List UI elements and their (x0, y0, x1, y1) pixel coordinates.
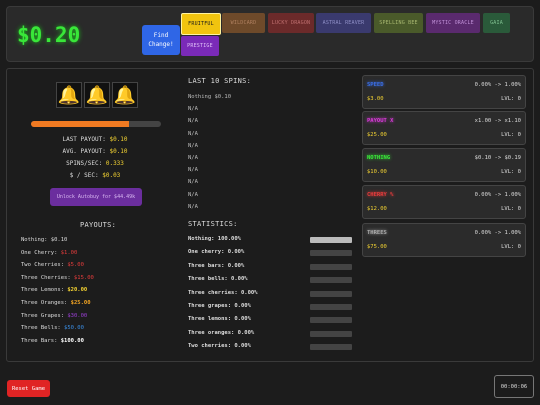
statistic-bar (310, 250, 352, 257)
statistic-item: Three lemons: 0.00% (188, 316, 251, 323)
tab-gaia[interactable]: GAIA (483, 13, 510, 33)
statistic-item: Three grapes: 0.00% (188, 303, 251, 309)
spin-history-item: N/A (188, 106, 198, 113)
tab-lucky-dragon[interactable]: LUCKY DRAGON (268, 13, 314, 33)
spin-progress-fill (31, 121, 129, 127)
payout-item: Nothing: $0.10 (21, 237, 68, 243)
payout-item: Three Lemons: $20.00 (21, 287, 88, 294)
upgrade-card-cherry[interactable]: CHERRY % 0.00% -> 1.00% $12.00 LVL: 0 (362, 185, 526, 219)
spin-history-item: N/A (188, 155, 198, 161)
upgrade-level: LVL: 0 (501, 96, 521, 102)
spins-title: LAST 10 SPINS: (188, 77, 252, 85)
bell-icon: 🔔 (85, 84, 109, 106)
spin-history-item: N/A (188, 142, 198, 149)
statistic-item: Three bells: 0.00% (188, 276, 248, 283)
money-per-sec: $ / SEC: $0.03 (69, 172, 121, 179)
upgrade-cost: $3.00 (367, 96, 384, 102)
upgrade-mult: 0.00% -> 1.00% (474, 230, 521, 236)
upgrade-level: LVL: 0 (501, 169, 521, 175)
upgrade-card-threes[interactable]: THREES 0.00% -> 1.00% $75.00 LVL: 0 (362, 223, 526, 257)
upgrade-name: NOTHING (367, 155, 391, 161)
payout-item: Three Bars: $100.00 (21, 337, 84, 344)
payout-item: Two Cherries: $5.00 (21, 262, 84, 269)
tab-astral-reaver[interactable]: ASTRAL REAVER (316, 13, 371, 33)
slot-reels: 🔔 🔔 🔔 (56, 82, 138, 108)
spins-per-sec: SPINS/SEC: 0.333 (66, 160, 124, 167)
statistic-item: Three oranges: 0.00% (188, 329, 255, 336)
upgrade-name: CHERRY % (367, 192, 394, 198)
bell-icon: 🔔 (57, 84, 81, 106)
upgrade-mult: 0.00% -> 1.00% (474, 192, 521, 198)
upgrade-cost: $10.00 (367, 169, 387, 175)
upgrade-mult: x1.00 -> x1.10 (474, 118, 521, 124)
statistic-bar (310, 263, 352, 270)
upgrade-level: LVL: 0 (501, 132, 521, 138)
statistic-bar (310, 330, 352, 337)
statistics-title: STATISTICS: (188, 220, 238, 228)
statistic-item: One cherry: 0.00% (188, 249, 245, 256)
upgrade-card-nothing[interactable]: NOTHING $0.10 -> $0.19 $10.00 LVL: 0 (362, 148, 526, 182)
bell-icon: 🔔 (113, 84, 137, 106)
upgrade-name: PAYOUT X (367, 118, 394, 124)
spin-history-item: N/A (188, 118, 198, 125)
find-change-button[interactable]: Find Change! (142, 25, 180, 55)
spin-progress-bar (31, 121, 161, 127)
reset-game-button[interactable]: Reset Game (7, 380, 50, 397)
tab-prestige[interactable]: PRESTIGE (181, 36, 219, 56)
upgrade-card-speed[interactable]: SPEED 0.00% -> 1.00% $3.00 LVL: 0 (362, 75, 526, 109)
payout-item: Three Grapes: $30.00 (21, 312, 88, 319)
unlock-autobuy-button[interactable]: Unlock Autobuy for $44.49k (50, 188, 142, 206)
upgrade-cost: $75.00 (367, 244, 387, 250)
reel-3: 🔔 (112, 82, 138, 108)
statistic-bar (310, 237, 352, 243)
statistic-item: Nothing: 100.00% (188, 236, 241, 242)
statistic-item: Three cherries: 0.00% (188, 289, 258, 296)
upgrade-name: SPEED (367, 82, 384, 88)
last-payout: LAST PAYOUT: $0.10 (62, 136, 128, 143)
upgrade-mult: 0.00% -> 1.00% (474, 82, 521, 88)
payouts-title: PAYOUTS: (80, 221, 117, 229)
avg-payout: AVG. PAYOUT: $0.10 (62, 148, 128, 155)
payout-item: Three Oranges: $25.00 (21, 300, 91, 306)
upgrade-mult: $0.10 -> $0.19 (474, 155, 521, 161)
spin-history-item: N/A (188, 203, 198, 210)
upgrade-cost: $25.00 (367, 132, 387, 138)
payout-item: Three Cherries: $15.00 (21, 274, 94, 281)
upgrade-cost: $12.00 (367, 206, 387, 212)
upgrade-name: THREES (367, 230, 387, 236)
upgrade-level: LVL: 0 (501, 244, 521, 250)
spin-history-item: N/A (188, 130, 198, 137)
payout-item: One Cherry: $1.00 (21, 249, 78, 256)
money-display: $0.20 (17, 23, 81, 47)
statistic-bar (310, 344, 352, 351)
spin-history-item: Nothing $0.10 (188, 94, 232, 100)
game-timer: 00:00:06 (494, 375, 534, 398)
statistic-bar (310, 277, 352, 284)
reel-2: 🔔 (84, 82, 110, 108)
statistic-bar (310, 317, 352, 324)
upgrade-level: LVL: 0 (501, 206, 521, 212)
reel-1: 🔔 (56, 82, 82, 108)
statistic-item: Two cherries: 0.00% (188, 343, 251, 350)
tab-mystic-oracle[interactable]: MYSTIC ORACLE (426, 13, 480, 33)
spin-history-item: N/A (188, 167, 198, 174)
statistic-bar (310, 304, 352, 310)
tab-wildcard[interactable]: WILDCARD (222, 13, 265, 33)
spin-history-item: N/A (188, 179, 198, 186)
statistic-bar (310, 290, 352, 297)
statistic-item: Three bars: 0.00% (188, 262, 245, 269)
statistic-bar-fill (310, 237, 352, 243)
payout-item: Three Bells: $50.00 (21, 325, 84, 332)
tab-fruitful[interactable]: FRUITFUL (181, 13, 221, 35)
upgrade-card-payout-x[interactable]: PAYOUT X x1.00 -> x1.10 $25.00 LVL: 0 (362, 111, 526, 145)
tab-spelling-bee[interactable]: SPELLING BEE (374, 13, 423, 33)
spin-history-item: N/A (188, 191, 198, 198)
